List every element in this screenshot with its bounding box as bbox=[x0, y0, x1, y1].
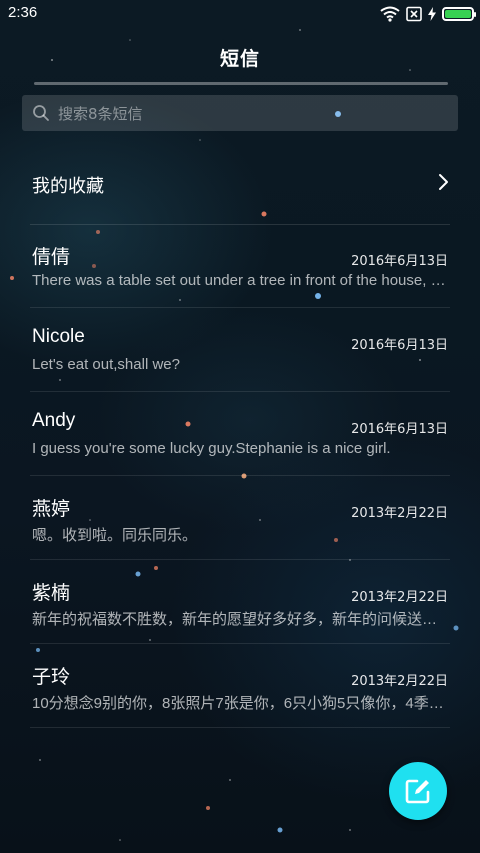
message-date: 2016年6月13日 bbox=[351, 254, 448, 269]
search-placeholder: 搜索8条短信 bbox=[58, 104, 143, 123]
compose-icon bbox=[405, 779, 430, 804]
favorites-label: 我的收藏 bbox=[32, 176, 104, 197]
status-icons bbox=[380, 6, 476, 22]
message-date: 2013年2月22日 bbox=[351, 674, 448, 689]
message-date: 2013年2月22日 bbox=[351, 506, 448, 521]
wifi-icon bbox=[380, 6, 400, 22]
contact-name: 子玲 bbox=[32, 667, 71, 688]
message-date: 2013年2月22日 bbox=[351, 590, 448, 605]
charging-icon bbox=[428, 7, 436, 21]
list-item[interactable]: Andy 2016年6月13日 I guess you're some luck… bbox=[0, 392, 480, 476]
contact-name: 倩倩 bbox=[32, 247, 71, 268]
battery-icon bbox=[442, 7, 476, 21]
message-preview: I guess you're some lucky guy.Stephanie … bbox=[32, 440, 391, 457]
list-item[interactable]: 倩倩 2016年6月13日 There was a table set out … bbox=[0, 224, 480, 308]
contact-name: 紫楠 bbox=[32, 583, 71, 604]
title-underline bbox=[34, 82, 448, 85]
message-preview: Let's eat out,shall we? bbox=[32, 356, 180, 373]
message-preview: There was a table set out under a tree i… bbox=[32, 272, 448, 289]
status-time: 2:36 bbox=[8, 4, 38, 21]
favorites-row[interactable]: 我的收藏 bbox=[0, 140, 480, 224]
message-preview: 10分想念9别的你，8张照片7张是你，6只小狗5只像你，4季祝福送给你 bbox=[32, 695, 448, 712]
contact-name: 燕婷 bbox=[32, 499, 71, 520]
contact-name: Nicole bbox=[32, 326, 85, 347]
status-bar: 2:36 bbox=[0, 0, 480, 28]
chevron-right-icon bbox=[439, 174, 448, 190]
message-list: 倩倩 2016年6月13日 There was a table set out … bbox=[0, 224, 480, 728]
search-input[interactable]: 搜索8条短信 bbox=[22, 95, 458, 131]
list-item[interactable]: 燕婷 2013年2月22日 嗯。收到啦。同乐同乐。 bbox=[0, 476, 480, 560]
message-preview: 新年的祝福数不胜数，新年的愿望好多好多，新年的问候送给你 bbox=[32, 611, 448, 628]
list-item[interactable]: 子玲 2013年2月22日 10分想念9别的你，8张照片7张是你，6只小狗5只像… bbox=[0, 644, 480, 728]
list-item[interactable]: 紫楠 2013年2月22日 新年的祝福数不胜数，新年的愿望好多好多，新年的问候送… bbox=[0, 560, 480, 644]
battery-fill bbox=[445, 10, 471, 18]
search-icon bbox=[33, 105, 49, 121]
divider bbox=[30, 727, 450, 728]
message-date: 2016年6月13日 bbox=[351, 422, 448, 437]
message-preview: 嗯。收到啦。同乐同乐。 bbox=[32, 527, 198, 544]
page-title: 短信 bbox=[219, 48, 260, 70]
no-sim-icon bbox=[406, 6, 422, 22]
list-item[interactable]: Nicole 2016年6月13日 Let's eat out,shall we… bbox=[0, 308, 480, 392]
compose-button[interactable] bbox=[389, 762, 447, 820]
contact-name: Andy bbox=[32, 410, 76, 431]
message-date: 2016年6月13日 bbox=[351, 338, 448, 353]
